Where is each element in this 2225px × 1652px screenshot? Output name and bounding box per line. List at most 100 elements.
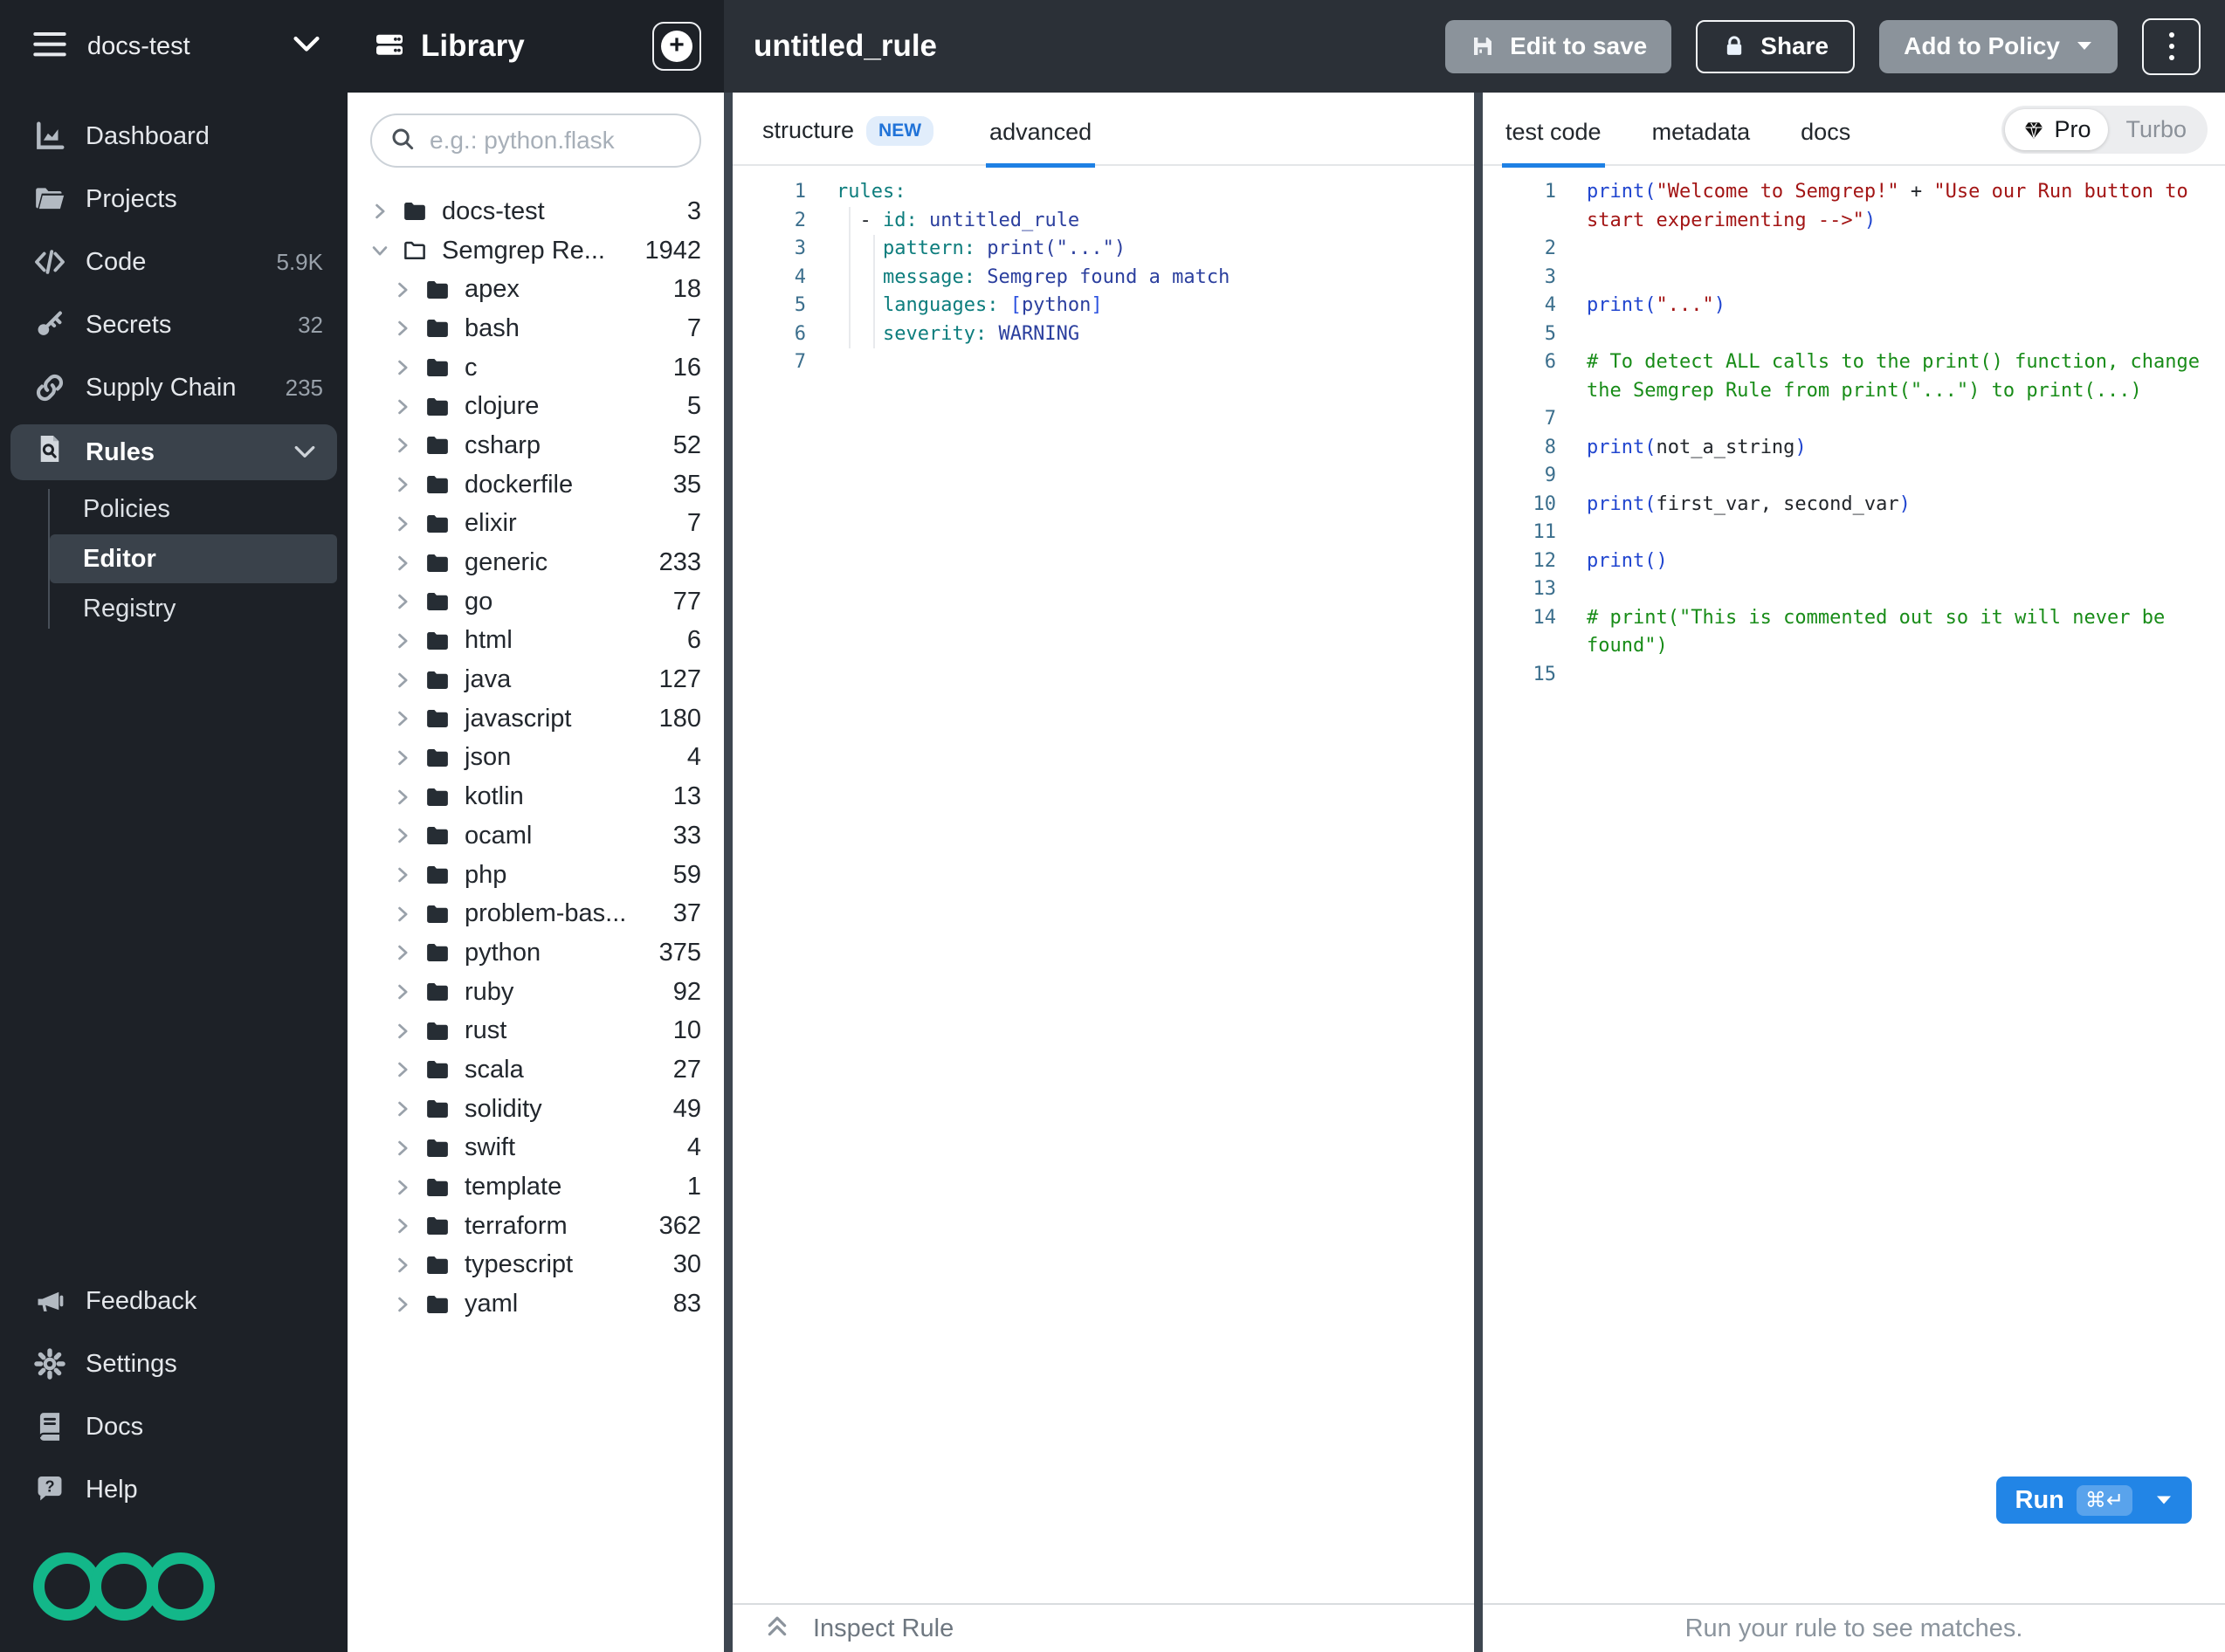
chevron-right-icon[interactable] xyxy=(393,1099,414,1119)
chevron-right-icon[interactable] xyxy=(393,1216,414,1236)
chevron-right-icon[interactable] xyxy=(393,358,414,377)
tab-docs[interactable]: docs xyxy=(1797,119,1854,168)
chevron-right-icon[interactable] xyxy=(393,943,414,962)
chevron-right-icon[interactable] xyxy=(393,709,414,728)
tree-item-solidity[interactable]: solidity 49 xyxy=(348,1090,724,1129)
tree-item-csharp[interactable]: csharp 52 xyxy=(348,426,724,465)
code-line[interactable]: 4 print("...") xyxy=(1483,292,2225,320)
code-line[interactable]: 6 severity: WARNING xyxy=(733,320,1474,349)
code-line[interactable]: 14 # print("This is commented out so it w… xyxy=(1483,604,2225,661)
code-line[interactable]: 1 rules: xyxy=(733,178,1474,207)
tree-item-apex[interactable]: apex 18 xyxy=(348,270,724,309)
chevron-right-icon[interactable] xyxy=(393,1295,414,1314)
tab-advanced[interactable]: advanced xyxy=(986,119,1096,168)
sidebar-item-help[interactable]: ? Help xyxy=(0,1458,348,1521)
chevron-right-icon[interactable] xyxy=(393,1022,414,1041)
share-button[interactable]: Share xyxy=(1696,19,1856,73)
double-chevron-up-icon[interactable] xyxy=(764,1613,790,1645)
run-caret-icon[interactable] xyxy=(2155,1495,2173,1506)
tree-item-dockerfile[interactable]: dockerfile 35 xyxy=(348,465,724,505)
chevron-right-icon[interactable] xyxy=(393,748,414,767)
tree-item-clojure[interactable]: clojure 5 xyxy=(348,387,724,426)
chevron-right-icon[interactable] xyxy=(393,514,414,533)
chevron-right-icon[interactable] xyxy=(393,436,414,455)
sidebar-item-rules[interactable]: Rules xyxy=(10,424,337,480)
engine-pro-option[interactable]: Pro xyxy=(2005,109,2109,150)
run-button[interactable]: Run ⌘↵ xyxy=(1995,1476,2192,1524)
sidebar-item-feedback[interactable]: Feedback xyxy=(0,1270,348,1332)
tree-item-generic[interactable]: generic 233 xyxy=(348,543,724,582)
chevron-right-icon[interactable] xyxy=(393,865,414,885)
search-input[interactable] xyxy=(428,126,747,155)
code-line[interactable]: 3 pattern: print("...") xyxy=(733,235,1474,264)
hamburger-menu-icon[interactable] xyxy=(33,31,68,61)
tree-item-javascript[interactable]: javascript 180 xyxy=(348,699,724,739)
code-line[interactable]: 15 xyxy=(1483,661,2225,690)
chevron-right-icon[interactable] xyxy=(393,1178,414,1197)
tree-item-semgrep-re[interactable]: Semgrep Re... 1942 xyxy=(348,231,724,271)
chevron-right-icon[interactable] xyxy=(393,671,414,690)
tree-item-json[interactable]: json 4 xyxy=(348,739,724,778)
tab-metadata[interactable]: metadata xyxy=(1649,119,1754,168)
tree-item-c[interactable]: c 16 xyxy=(348,348,724,388)
tree-item-bash[interactable]: bash 7 xyxy=(348,309,724,348)
code-line[interactable]: 9 xyxy=(1483,462,2225,491)
code-line[interactable]: 7 xyxy=(733,348,1474,377)
sidebar-item-policies[interactable]: Policies xyxy=(0,485,348,533)
code-line[interactable]: 5 languages: [python] xyxy=(733,292,1474,320)
engine-toggle[interactable]: Pro Turbo xyxy=(2001,106,2208,154)
tree-item-yaml[interactable]: yaml 83 xyxy=(348,1284,724,1324)
chevron-down-icon[interactable] xyxy=(370,241,391,260)
tree-item-docs-test[interactable]: docs-test 3 xyxy=(348,192,724,231)
edit-to-save-button[interactable]: Edit to save xyxy=(1445,19,1672,73)
code-line[interactable]: 13 xyxy=(1483,575,2225,604)
chevron-right-icon[interactable] xyxy=(393,592,414,611)
tree-item-elixir[interactable]: elixir 7 xyxy=(348,505,724,544)
tab-structure[interactable]: structure NEW xyxy=(759,115,937,168)
chevron-right-icon[interactable] xyxy=(393,1256,414,1275)
sidebar-item-settings[interactable]: Settings xyxy=(0,1332,348,1395)
library-search[interactable] xyxy=(370,114,747,168)
sidebar-item-registry[interactable]: Registry xyxy=(0,585,348,632)
code-line[interactable]: 7 xyxy=(1483,405,2225,434)
sidebar-item-secrets[interactable]: Secrets 32 xyxy=(0,293,348,356)
tree-item-template[interactable]: template 1 xyxy=(348,1167,724,1207)
code-line[interactable]: 5 xyxy=(1483,320,2225,349)
chevron-right-icon[interactable] xyxy=(393,554,414,573)
chevron-right-icon[interactable] xyxy=(393,631,414,650)
tree-item-scala[interactable]: scala 27 xyxy=(348,1050,724,1090)
chevron-down-icon[interactable] xyxy=(293,438,316,467)
code-line[interactable]: 1 print("Welcome to Semgrep!" + "Use our … xyxy=(1483,178,2225,235)
chevron-right-icon[interactable] xyxy=(393,826,414,845)
code-line[interactable]: 2 xyxy=(1483,235,2225,264)
tree-item-kotlin[interactable]: kotlin 13 xyxy=(348,777,724,816)
tab-test-code[interactable]: test code xyxy=(1502,119,1605,168)
tree-item-swift[interactable]: swift 4 xyxy=(348,1129,724,1168)
tree-item-html[interactable]: html 6 xyxy=(348,622,724,661)
tree-item-ruby[interactable]: ruby 92 xyxy=(348,973,724,1012)
chevron-right-icon[interactable] xyxy=(393,319,414,338)
tree-item-java[interactable]: java 127 xyxy=(348,660,724,699)
tree-item-problem-bas[interactable]: problem-bas... 37 xyxy=(348,894,724,933)
chevron-right-icon[interactable] xyxy=(370,202,391,221)
yaml-editor[interactable]: 1 rules: 2 - id: untitled_rule 3 pattern: p… xyxy=(733,166,1474,1603)
sidebar-item-editor[interactable]: Editor xyxy=(50,534,337,583)
sidebar-item-dashboard[interactable]: Dashboard xyxy=(0,105,348,168)
more-options-button[interactable] xyxy=(2142,17,2201,75)
code-line[interactable]: 3 xyxy=(1483,264,2225,293)
code-line[interactable]: 11 xyxy=(1483,519,2225,547)
pane-divider[interactable] xyxy=(1474,93,1483,1652)
chevron-down-icon[interactable] xyxy=(292,35,321,59)
chevron-right-icon[interactable] xyxy=(393,397,414,416)
code-line[interactable]: 2 - id: untitled_rule xyxy=(733,207,1474,236)
tree-item-php[interactable]: php 59 xyxy=(348,856,724,895)
tree-item-ocaml[interactable]: ocaml 33 xyxy=(348,816,724,856)
chevron-right-icon[interactable] xyxy=(393,1060,414,1079)
sidebar-item-docs[interactable]: Docs xyxy=(0,1395,348,1458)
chevron-right-icon[interactable] xyxy=(393,788,414,807)
code-line[interactable]: 4 message: Semgrep found a match xyxy=(733,264,1474,293)
inspect-rule-bar[interactable]: Inspect Rule xyxy=(733,1603,1474,1652)
tree-item-rust[interactable]: rust 10 xyxy=(348,1011,724,1050)
sidebar-item-projects[interactable]: Projects xyxy=(0,168,348,231)
chevron-right-icon[interactable] xyxy=(393,905,414,924)
